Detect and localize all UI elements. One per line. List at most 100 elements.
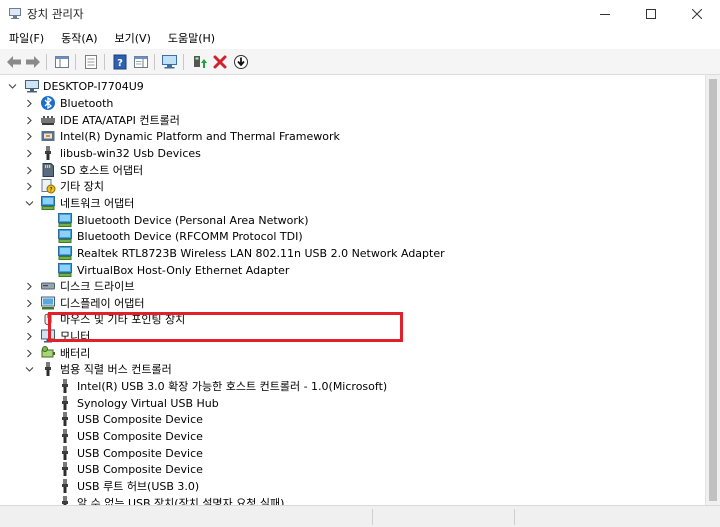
menu-help[interactable]: 도움말(H) [159, 28, 223, 49]
tree-category-item[interactable]: 배터리 [0, 345, 705, 362]
tree-device-item[interactable]: USB Composite Device [0, 461, 705, 478]
tree-device-item[interactable]: Realtek RTL8723B Wireless LAN 802.11n US… [0, 245, 705, 262]
scrollbar-thumb[interactable] [709, 79, 717, 501]
network-adapter-icon [58, 262, 72, 277]
back-arrow-icon [6, 55, 21, 68]
tree-device-item[interactable]: VirtualBox Host-Only Ethernet Adapter [0, 262, 705, 279]
usb-plug-icon [45, 362, 51, 377]
tree-device-item[interactable]: USB Composite Device [0, 428, 705, 445]
red-x-icon [213, 55, 226, 68]
usb-plug-icon [62, 395, 68, 410]
tree-item-label: 범용 직렬 버스 컨트롤러 [60, 363, 172, 377]
chevron-right-icon[interactable] [25, 99, 34, 108]
toolbar-separator [46, 54, 47, 70]
tree-category-item[interactable]: Intel(R) Dynamic Platform and Thermal Fr… [0, 128, 705, 145]
tree-category-item[interactable]: 디스크 드라이브 [0, 278, 705, 295]
tree-device-item[interactable]: Intel(R) USB 3.0 확장 가능한 호스트 컨트롤러 - 1.0(M… [0, 378, 705, 395]
download-circle-icon [233, 54, 248, 69]
tree-device-item[interactable]: Bluetooth Device (Personal Area Network) [0, 212, 705, 229]
chevron-right-icon[interactable] [25, 166, 34, 175]
toolbar: ? [0, 49, 720, 75]
minimize-button[interactable] [582, 0, 628, 28]
tree-device-item[interactable]: 알 수 없는 USB 장치(장치 설명자 요청 실패) [0, 495, 705, 505]
svg-text:?: ? [117, 58, 123, 69]
tree-item-label: SD 호스트 어댑터 [60, 163, 144, 177]
tree-category-item[interactable]: libusb-win32 Usb Devices [0, 145, 705, 162]
toolbar-separator [104, 54, 105, 70]
tree-category-item[interactable]: IDE ATA/ATAPI 컨트롤러 [0, 112, 705, 129]
usb-plug-icon [62, 478, 68, 493]
forward-arrow-icon [25, 55, 40, 68]
close-button[interactable] [674, 0, 720, 28]
ide-controller-icon [41, 115, 55, 125]
tree-item-label: Intel(R) Dynamic Platform and Thermal Fr… [60, 130, 340, 144]
update-driver-button[interactable] [189, 52, 208, 71]
chevron-down-icon[interactable] [25, 199, 34, 208]
tree-item-label: 배터리 [60, 346, 91, 360]
tree-item-label: Bluetooth Device (Personal Area Network) [77, 213, 309, 227]
toolbar-separator [154, 54, 155, 70]
tree-category-item[interactable]: SD 호스트 어댑터 [0, 162, 705, 179]
tree-device-item[interactable]: Synology Virtual USB Hub [0, 395, 705, 412]
tree-category-item[interactable]: 범용 직렬 버스 컨트롤러 [0, 361, 705, 378]
chevron-right-icon[interactable] [25, 182, 34, 191]
chevron-right-icon[interactable] [25, 149, 34, 158]
device-tree: DESKTOP-I7704U9 Bluetooth IDE ATA/ATAPI 컨… [0, 75, 705, 505]
scan-hardware-changes-button[interactable] [160, 52, 179, 71]
tree-category-item[interactable]: Bluetooth [0, 95, 705, 112]
minimize-icon [600, 14, 610, 15]
chevron-right-icon[interactable] [25, 315, 34, 324]
window-title: 장치 관리자 [27, 7, 84, 21]
forward-button[interactable] [23, 52, 42, 71]
back-button[interactable] [4, 52, 23, 71]
toolbar-separator [183, 54, 184, 70]
tree-item-label: Synology Virtual USB Hub [77, 396, 219, 410]
chevron-right-icon[interactable] [25, 299, 34, 308]
tree-category-item[interactable]: 디스플레이 어댑터 [0, 295, 705, 312]
tree-item-label: IDE ATA/ATAPI 컨트롤러 [60, 113, 180, 127]
uninstall-device-button[interactable] [210, 52, 229, 71]
svg-text:?: ? [49, 187, 52, 194]
show-hide-console-tree-button[interactable] [52, 52, 71, 71]
action-pane-button[interactable] [131, 52, 150, 71]
toolbar-separator [75, 54, 76, 70]
usb-plug-icon [45, 145, 51, 160]
properties-button[interactable] [81, 52, 100, 71]
vertical-scrollbar[interactable] [705, 75, 720, 505]
chevron-right-icon[interactable] [25, 349, 34, 358]
menu-file[interactable]: 파일(F) [0, 28, 52, 49]
tree-category-item[interactable]: 네트워크 어댑터 [0, 195, 705, 212]
tree-root[interactable]: DESKTOP-I7704U9 [0, 78, 705, 95]
disable-device-button[interactable] [231, 52, 250, 71]
tree-item-label: 네트워크 어댑터 [60, 196, 135, 210]
tree-device-item[interactable]: USB 루트 허브(USB 3.0) [0, 478, 705, 495]
chip-icon [41, 131, 55, 142]
close-icon [692, 9, 702, 19]
tree-device-item[interactable]: Bluetooth Device (RFCOMM Protocol TDI) [0, 228, 705, 245]
action-pane-icon [133, 55, 148, 68]
chevron-right-icon[interactable] [25, 282, 34, 291]
bluetooth-icon [41, 96, 55, 110]
chevron-down-icon[interactable] [8, 82, 17, 91]
chevron-down-icon[interactable] [25, 365, 34, 374]
status-divider [372, 509, 373, 525]
tree-category-item[interactable]: ? 기타 장치 [0, 178, 705, 195]
help-icon: ? [113, 54, 126, 69]
network-adapter-icon [58, 229, 72, 244]
tree-item-label: 알 수 없는 USB 장치(장치 설명자 요청 실패) [77, 496, 285, 505]
help-button[interactable]: ? [110, 52, 129, 71]
chevron-right-icon[interactable] [25, 132, 34, 141]
tree-item-label: Intel(R) USB 3.0 확장 가능한 호스트 컨트롤러 - 1.0(M… [77, 380, 388, 394]
tree-device-item[interactable]: USB Composite Device [0, 445, 705, 462]
chevron-right-icon[interactable] [25, 332, 34, 341]
unknown-device-icon: ? [41, 179, 56, 194]
computer-icon [25, 80, 39, 93]
properties-icon [84, 54, 97, 69]
usb-plug-icon [62, 495, 68, 505]
menu-action[interactable]: 동작(A) [52, 28, 105, 49]
chevron-right-icon[interactable] [25, 116, 34, 125]
highlight-box [48, 312, 403, 342]
maximize-button[interactable] [628, 0, 674, 28]
tree-device-item[interactable]: USB Composite Device [0, 411, 705, 428]
menu-view[interactable]: 보기(V) [106, 28, 159, 49]
